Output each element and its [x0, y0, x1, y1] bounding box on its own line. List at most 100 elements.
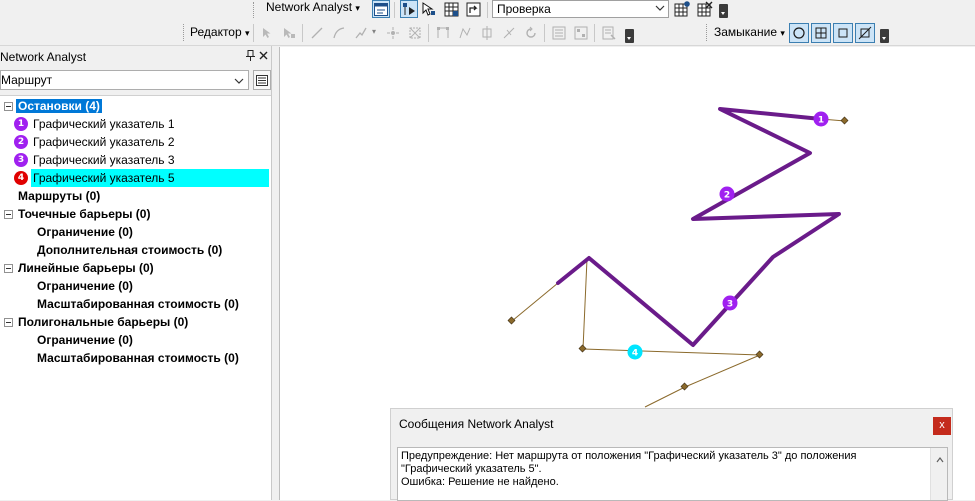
reshape-feature-button[interactable] [456, 24, 474, 42]
dropdown-arrow-icon[interactable]: ▾ [372, 27, 376, 36]
window-icon [374, 2, 388, 16]
reshape-button[interactable] [406, 24, 424, 42]
clear-grid-button[interactable] [696, 0, 714, 18]
collapse-toggle-icon[interactable] [4, 264, 13, 273]
network-edge [582, 258, 761, 408]
edit-tool-button[interactable] [258, 24, 276, 42]
toolbar-options-icon[interactable] [625, 29, 634, 43]
split-icon [503, 27, 515, 39]
point-snapping-button[interactable] [789, 23, 809, 43]
grid-info-icon [674, 1, 690, 17]
edit-annotation-button[interactable] [280, 24, 298, 42]
editor-menu[interactable]: Редактор ▾ [190, 25, 250, 39]
network-identify-button[interactable] [673, 0, 691, 18]
directions-button[interactable] [464, 0, 482, 18]
tree-polygon-barriers[interactable]: Полигональные барьеры (0) [18, 313, 188, 331]
map-stop-marker[interactable]: 3 [722, 295, 738, 311]
end-snapping-button[interactable] [811, 23, 831, 43]
vertex-tool-button[interactable] [384, 24, 402, 42]
tree-polygon-restriction[interactable]: Ограничение (0) [37, 331, 133, 349]
create-features-button[interactable] [600, 24, 618, 42]
create-features-icon [602, 26, 616, 40]
toolbar-separator [253, 24, 254, 42]
tree-line-scaled-cost[interactable]: Масштабированная стоимость (0) [37, 295, 239, 313]
edge-snapping-button[interactable] [855, 23, 875, 43]
edit-vertices-icon [437, 27, 449, 38]
toolbar-grip[interactable] [706, 24, 709, 41]
message-line: "Графический указатель 5". [401, 463, 542, 475]
tree-point-restriction[interactable]: Ограничение (0) [37, 223, 133, 241]
junction-marker [755, 350, 764, 359]
cut-polygons-button[interactable] [478, 24, 496, 42]
messages-close-button[interactable]: x [933, 417, 951, 435]
tree-stops[interactable]: Остановки (4) [16, 97, 102, 115]
snapping-menu-label: Замыкание [714, 25, 777, 39]
network-analyst-menu[interactable]: Network Analyst ▾ [266, 0, 360, 14]
messages-window: Сообщения Network Analyst x Предупрежден… [390, 408, 953, 501]
sketch-properties-button[interactable] [572, 24, 590, 42]
messages-title: Сообщения Network Analyst [399, 417, 554, 431]
toolbar-grip[interactable] [183, 24, 186, 41]
messages-list[interactable]: Предупреждение: Нет маршрута от положени… [397, 447, 948, 501]
scroll-up-icon[interactable] [936, 454, 944, 467]
properties-icon [256, 74, 268, 86]
split-button[interactable] [500, 24, 518, 42]
solve-grid-button[interactable] [442, 0, 460, 18]
annotation-arrow-icon [284, 28, 295, 38]
stop-badge-icon: 3 [14, 153, 28, 167]
map-stop-marker[interactable]: 2 [719, 186, 735, 202]
toolbar-separator [428, 24, 429, 42]
select-move-location-button[interactable] [420, 0, 438, 18]
collapse-toggle-icon[interactable] [4, 102, 13, 111]
network-analyst-window-button[interactable] [372, 0, 390, 18]
tree-stop-item[interactable]: Графический указатель 3 [33, 151, 175, 169]
rotate-button[interactable] [522, 24, 540, 42]
solver-combo[interactable]: Проверка [492, 0, 669, 18]
dropdown-arrow-icon: ▾ [355, 3, 360, 13]
route-line[interactable] [556, 107, 841, 347]
collapse-toggle-icon[interactable] [4, 210, 13, 219]
edit-vertices-button[interactable] [434, 24, 452, 42]
toolbar-separator [394, 2, 395, 18]
collapse-toggle-icon[interactable] [4, 318, 13, 327]
tree-point-added-cost[interactable]: Дополнительная стоимость (0) [37, 241, 222, 259]
attributes-button[interactable] [550, 24, 568, 42]
create-network-location-button[interactable] [400, 0, 418, 18]
tree-stop-item[interactable]: Графический указатель 1 [33, 115, 175, 133]
tree-line-barriers[interactable]: Линейные барьеры (0) [18, 259, 154, 277]
map-stop-marker-unlocated[interactable]: 4 [627, 344, 643, 360]
toolbar-separator [302, 24, 303, 42]
stop-badge-icon: 1 [14, 117, 28, 131]
toolbar-options-icon[interactable] [880, 29, 889, 43]
tree-routes[interactable]: Маршруты (0) [18, 187, 100, 205]
cut-polygons-icon [482, 26, 492, 40]
network-location-icon [403, 3, 415, 15]
tree-line-restriction[interactable]: Ограничение (0) [37, 277, 133, 295]
layer-properties-button[interactable] [253, 70, 271, 90]
vertex-snap-icon [838, 28, 848, 38]
straight-segment-button[interactable] [308, 24, 326, 42]
map-stop-number: 4 [632, 349, 638, 359]
toolbar-options-icon[interactable] [719, 4, 728, 18]
trace-icon [355, 27, 367, 39]
analysis-layer-combo[interactable]: Маршрут [0, 70, 249, 90]
vertex-icon [387, 27, 399, 39]
pin-icon[interactable] [246, 50, 255, 64]
network-analyst-toolbar: Network Analyst ▾ Проверка [0, 0, 975, 20]
toolbar-grip[interactable] [253, 2, 256, 18]
chevron-down-icon [655, 2, 665, 16]
snapping-menu[interactable]: Замыкание ▾ [714, 25, 785, 39]
map-stop-marker[interactable]: 1 [813, 111, 829, 127]
trace-button[interactable] [352, 24, 370, 42]
vertex-snapping-button[interactable] [833, 23, 853, 43]
messages-scrollbar[interactable] [930, 448, 947, 500]
close-icon[interactable] [259, 48, 268, 63]
stop-badge-icon: 2 [14, 135, 28, 149]
panel-title: Network Analyst [0, 50, 87, 64]
tree-stop-item[interactable]: Графический указатель 2 [33, 133, 175, 151]
select-arrow-icon [422, 2, 435, 16]
arc-segment-button[interactable] [330, 24, 348, 42]
tree-stop-item-selected[interactable]: Графический указатель 5 [31, 169, 269, 187]
tree-polygon-scaled-cost[interactable]: Масштабированная стоимость (0) [37, 349, 239, 367]
tree-point-barriers[interactable]: Точечные барьеры (0) [18, 205, 150, 223]
